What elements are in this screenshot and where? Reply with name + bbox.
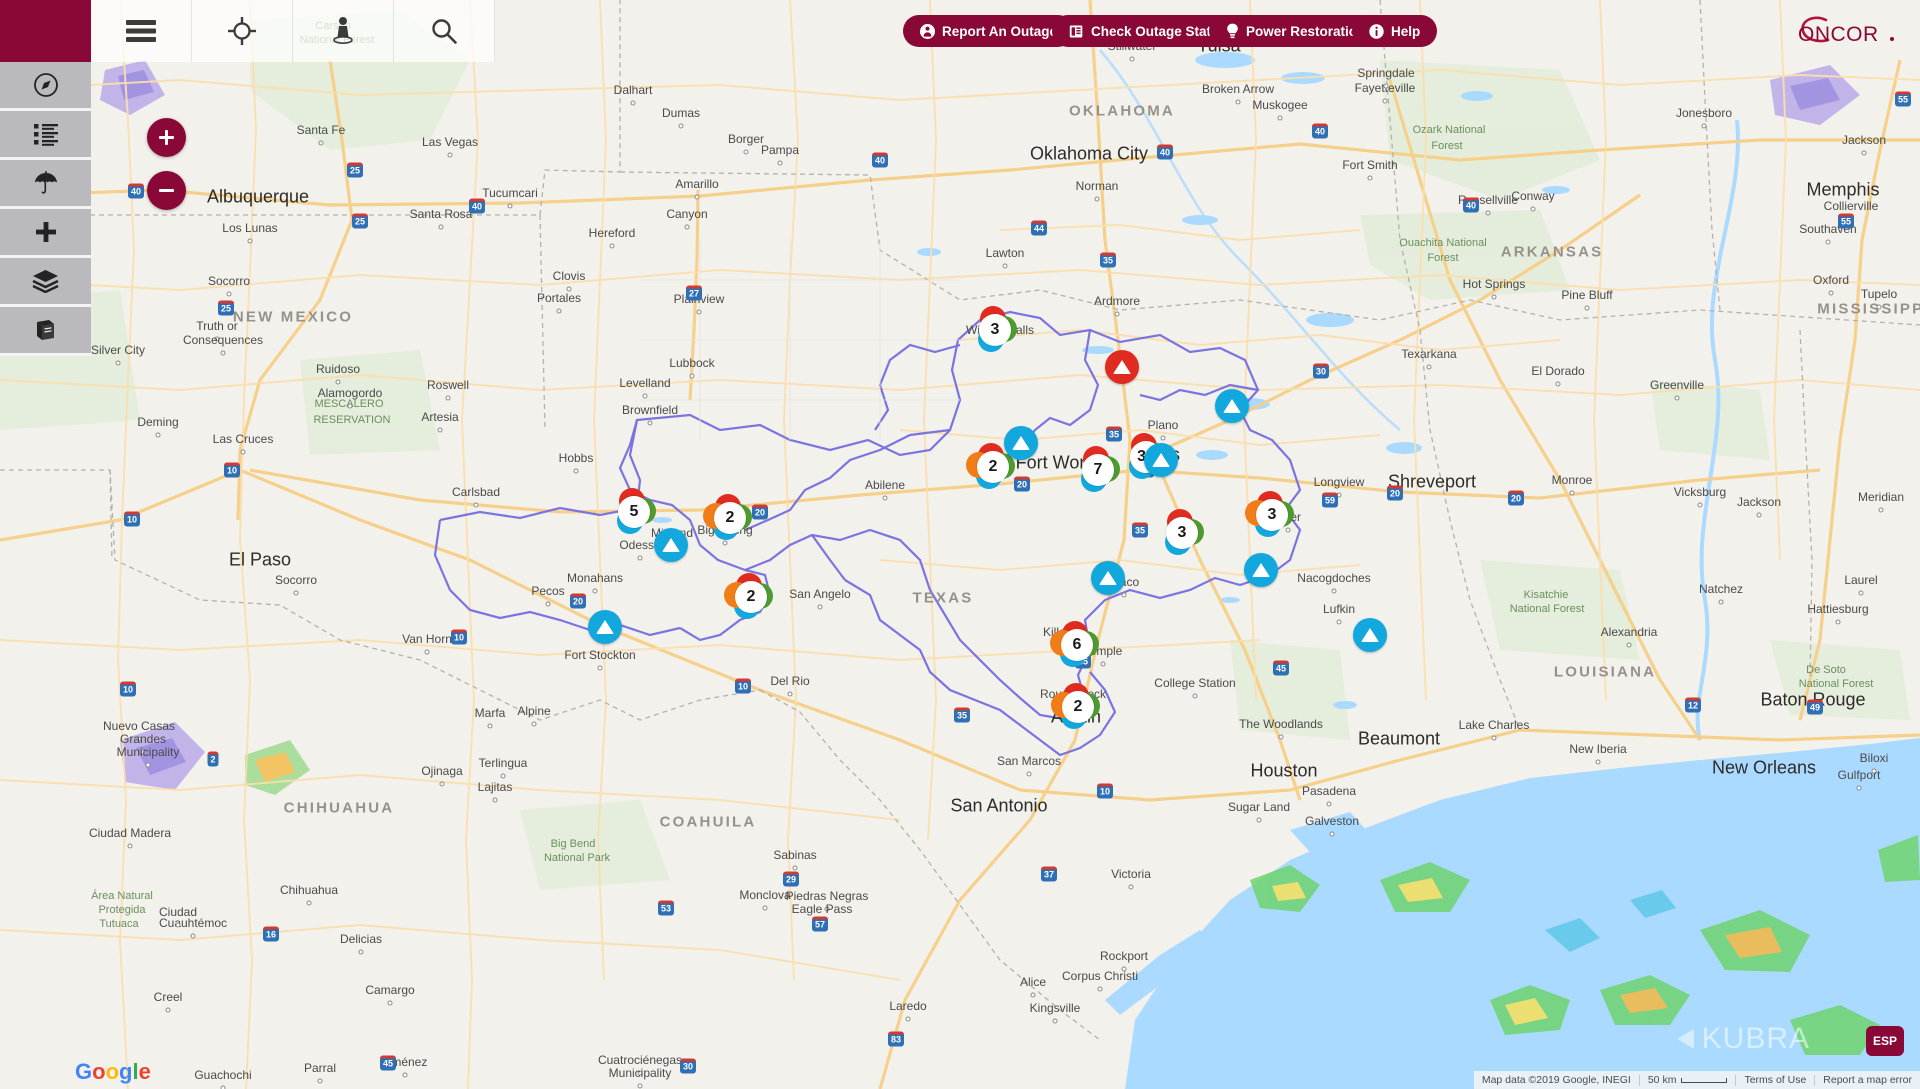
outage-info-marker[interactable] xyxy=(1215,389,1249,423)
triangle-icon xyxy=(662,538,680,552)
map-graphics xyxy=(0,0,1920,1089)
help-button[interactable]: Help xyxy=(1352,15,1438,47)
triangle-icon xyxy=(1113,360,1131,374)
triangle-icon xyxy=(1152,453,1170,467)
plus-icon xyxy=(35,222,56,242)
outage-info-marker[interactable] xyxy=(588,610,622,644)
map-data-attribution: Map data ©2019 Google, INEGI xyxy=(1481,1074,1631,1086)
outage-cluster-marker[interactable]: 2 xyxy=(703,494,753,541)
sidebar-item-outage-list[interactable] xyxy=(0,111,91,160)
zoom-controls xyxy=(147,118,186,224)
outage-cluster-marker[interactable]: 2 xyxy=(1051,683,1101,730)
triangle-icon xyxy=(1099,571,1117,585)
bulb-icon xyxy=(1226,23,1239,39)
terms-of-use-link[interactable]: Terms of Use xyxy=(1736,1074,1814,1086)
locate-button[interactable] xyxy=(192,0,293,62)
street-view-button[interactable] xyxy=(293,0,394,62)
document-icon xyxy=(1069,24,1084,39)
cluster-count-label: 2 xyxy=(1062,691,1094,723)
plus-icon xyxy=(159,130,174,145)
report-outage-button[interactable]: Report An Outage xyxy=(903,15,1075,47)
outage-alert-marker[interactable] xyxy=(1105,350,1139,384)
minus-icon xyxy=(159,189,174,192)
report-outage-label: Report An Outage xyxy=(942,23,1058,39)
oncor-logo-icon: ONCOR xyxy=(1798,16,1894,46)
menu-icon xyxy=(126,20,156,42)
menu-button[interactable] xyxy=(91,0,192,62)
umbrella-icon xyxy=(34,171,57,194)
person-alert-icon xyxy=(920,23,935,39)
outage-cluster-marker[interactable]: 7 xyxy=(1075,446,1121,493)
triangle-icon xyxy=(1012,436,1030,450)
map-attribution-bar: Map data ©2019 Google, INEGI 50 km Terms… xyxy=(1473,1071,1920,1089)
zoom-out-button[interactable] xyxy=(147,171,186,210)
cluster-count-label: 3 xyxy=(1256,499,1288,531)
outage-info-marker[interactable] xyxy=(1091,561,1125,595)
header-brand-block xyxy=(0,0,91,62)
zoom-in-button[interactable] xyxy=(147,118,186,157)
sidebar-item-weather[interactable] xyxy=(0,160,91,209)
cluster-count-label: 2 xyxy=(735,581,767,613)
report-map-error-link[interactable]: Report a map error xyxy=(1815,1074,1920,1086)
outage-cluster-marker[interactable]: 3 xyxy=(1159,509,1205,556)
outage-cluster-marker[interactable]: 3 xyxy=(1245,491,1295,538)
outage-info-marker[interactable] xyxy=(1144,443,1178,477)
cluster-count-label: 7 xyxy=(1082,454,1114,486)
outage-cluster-marker[interactable]: 6 xyxy=(1050,621,1100,668)
locate-icon xyxy=(228,17,256,45)
sidebar-item-add[interactable] xyxy=(0,209,91,258)
info-icon xyxy=(1369,23,1384,39)
triangle-icon xyxy=(596,620,614,634)
cluster-count-label: 3 xyxy=(1166,517,1198,549)
map-canvas[interactable]: OKLAHOMA NEW MEXICO ARKANSAS MISSISSIPPI TEX… xyxy=(0,0,1920,1089)
left-sidebar xyxy=(0,62,91,356)
triangle-icon xyxy=(1223,399,1241,413)
triangle-icon xyxy=(1252,563,1270,577)
map-scale-label: 50 km xyxy=(1647,1074,1677,1086)
sidebar-item-legend[interactable] xyxy=(0,307,91,356)
language-toggle-button[interactable]: ESP xyxy=(1866,1026,1904,1056)
sidebar-item-layers[interactable] xyxy=(0,258,91,307)
outage-cluster-marker[interactable]: 2 xyxy=(724,573,774,620)
map-scale-bar xyxy=(1681,1077,1728,1083)
layers-icon xyxy=(32,270,59,293)
cluster-count-label: 6 xyxy=(1061,629,1093,661)
sidebar-item-compass[interactable] xyxy=(0,62,91,111)
outage-cluster-marker[interactable]: 3 xyxy=(972,306,1018,353)
outage-cluster-marker[interactable]: 5 xyxy=(611,488,657,535)
triangle-icon xyxy=(1361,628,1379,642)
cluster-count-label: 3 xyxy=(979,314,1011,346)
book-icon xyxy=(37,319,54,340)
list-icon xyxy=(33,124,58,146)
outage-info-marker[interactable] xyxy=(654,528,688,562)
outage-info-marker[interactable] xyxy=(1004,426,1038,460)
outage-map-app: OKLAHOMA NEW MEXICO ARKANSAS MISSISSIPPI TEX… xyxy=(0,0,1920,1089)
svg-text:ONCOR: ONCOR xyxy=(1798,23,1879,46)
check-outage-status-label: Check Outage Status xyxy=(1091,23,1227,39)
outage-info-marker[interactable] xyxy=(1353,618,1387,652)
map-scale: 50 km xyxy=(1640,1074,1736,1086)
power-restoration-label: Power Restoration xyxy=(1246,23,1366,39)
compass-icon xyxy=(33,73,58,97)
search-button[interactable] xyxy=(394,0,495,62)
cluster-count-label: 5 xyxy=(618,496,650,528)
pegman-icon xyxy=(333,17,353,44)
search-icon xyxy=(432,19,457,44)
cluster-count-label: 2 xyxy=(977,451,1009,483)
oncor-logo[interactable]: ONCOR xyxy=(1788,8,1906,54)
outage-info-marker[interactable] xyxy=(1244,553,1278,587)
cluster-count-label: 2 xyxy=(714,502,746,534)
help-label: Help xyxy=(1391,23,1421,39)
